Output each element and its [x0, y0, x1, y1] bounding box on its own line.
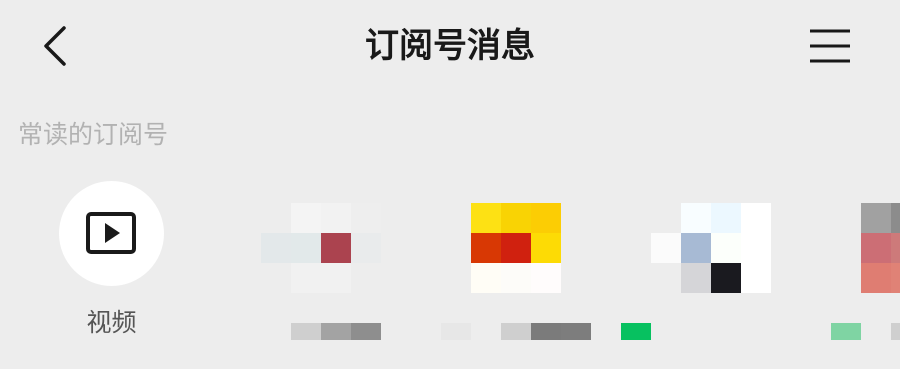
unread-dot-3 — [621, 323, 651, 340]
page-title: 订阅号消息 — [365, 26, 535, 66]
account-avatar-5[interactable] — [861, 203, 900, 293]
menu-icon[interactable] — [808, 27, 852, 65]
video-account-avatar[interactable] — [59, 181, 164, 286]
account-avatar-3[interactable] — [471, 203, 561, 293]
play-icon — [86, 212, 136, 254]
account-name-3[interactable] — [441, 323, 591, 340]
account-avatar-2[interactable] — [261, 203, 381, 293]
account-avatar-4[interactable] — [651, 203, 771, 293]
nav-bar: 订阅号消息 — [0, 0, 900, 93]
account-name-2[interactable] — [291, 323, 381, 340]
account-name-5[interactable] — [831, 323, 900, 340]
video-account-name[interactable]: 视频 — [59, 306, 164, 340]
frequent-accounts-label: 常读的订阅号 — [18, 120, 169, 149]
